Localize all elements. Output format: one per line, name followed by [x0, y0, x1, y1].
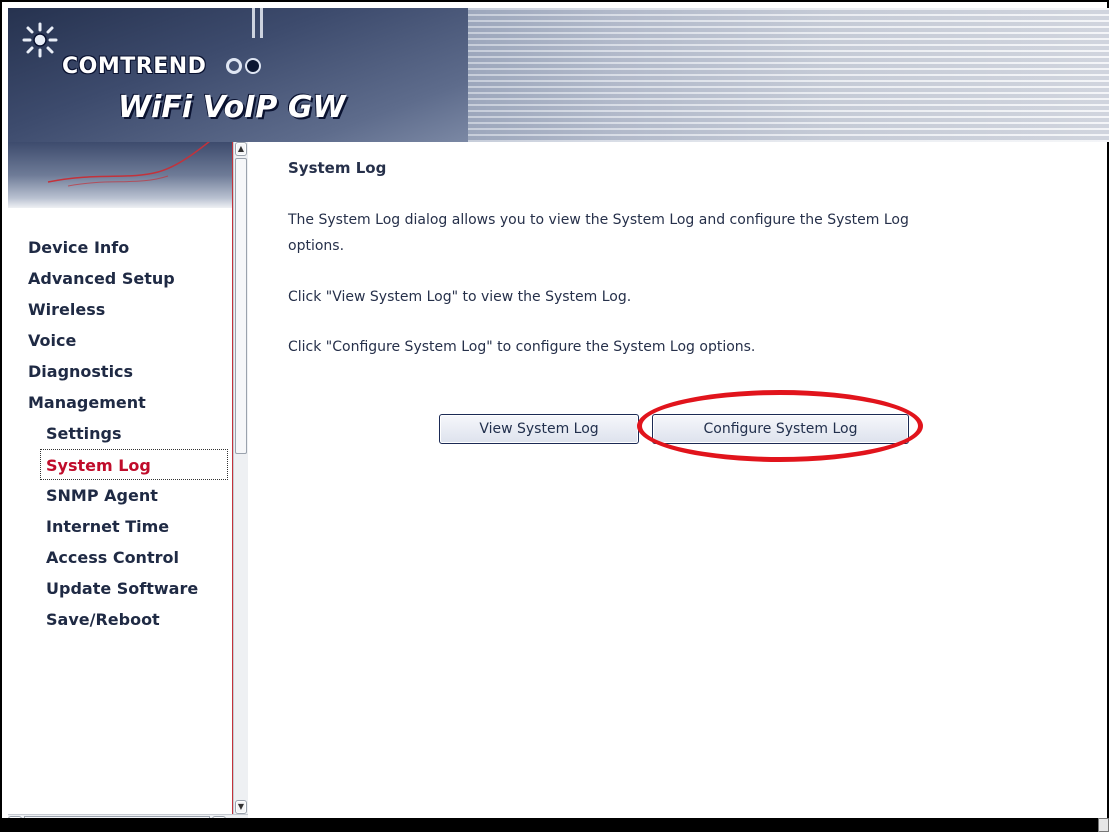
description-line-2: options.: [288, 238, 345, 254]
banner-stripes: [468, 8, 1109, 142]
sidebar-item-save-reboot[interactable]: Save/Reboot: [8, 604, 233, 635]
configure-instruction: Click "Configure System Log" to configur…: [288, 339, 756, 355]
status-bar: [0, 818, 1109, 832]
sidebar-item-voice[interactable]: Voice: [8, 325, 233, 356]
product-name: WiFi VoIP GW: [118, 90, 346, 125]
sidebar-vertical-scrollbar[interactable]: ▲ ▼: [233, 142, 248, 814]
sidebar: Device Info Advanced Setup Wireless Voic…: [8, 123, 234, 814]
sidebar-item-settings[interactable]: Settings: [8, 418, 233, 449]
sidebar-item-diagnostics[interactable]: Diagnostics: [8, 356, 233, 387]
sidebar-header-graphic: [8, 123, 234, 208]
resize-grip[interactable]: [1098, 818, 1109, 832]
page-title: System Log: [288, 159, 387, 177]
comtrend-logo-icon: [22, 22, 58, 58]
sidebar-item-internet-time[interactable]: Internet Time: [8, 511, 233, 542]
sidebar-item-wireless[interactable]: Wireless: [8, 294, 233, 325]
description-line-1: The System Log dialog allows you to view…: [288, 212, 909, 228]
swoosh-graphic: [47, 123, 234, 187]
scroll-up-button[interactable]: ▲: [235, 142, 247, 156]
sidebar-item-snmp-agent[interactable]: SNMP Agent: [8, 480, 233, 511]
sidebar-item-device-info[interactable]: Device Info: [8, 232, 233, 263]
sidebar-item-management[interactable]: Management: [8, 387, 233, 418]
sidebar-item-advanced-setup[interactable]: Advanced Setup: [8, 263, 233, 294]
brand-name: COMTREND: [62, 54, 207, 79]
banner-divider: [252, 8, 255, 38]
view-system-log-button[interactable]: View System Log: [439, 414, 639, 444]
sidebar-menu: Device Info Advanced Setup Wireless Voic…: [8, 232, 233, 635]
scroll-down-button[interactable]: ▼: [235, 800, 247, 814]
scroll-thumb[interactable]: [235, 158, 247, 454]
sidebar-item-system-log[interactable]: System Log: [40, 449, 228, 480]
header-banner: COMTREND WiFi VoIP GW: [8, 8, 1109, 142]
brand-circles: [226, 58, 264, 78]
view-instruction: Click "View System Log" to view the Syst…: [288, 289, 632, 305]
sidebar-item-access-control[interactable]: Access Control: [8, 542, 233, 573]
banner-divider: [260, 8, 263, 38]
sidebar-item-update-software[interactable]: Update Software: [8, 573, 233, 604]
highlight-annotation-ring: [637, 390, 923, 462]
